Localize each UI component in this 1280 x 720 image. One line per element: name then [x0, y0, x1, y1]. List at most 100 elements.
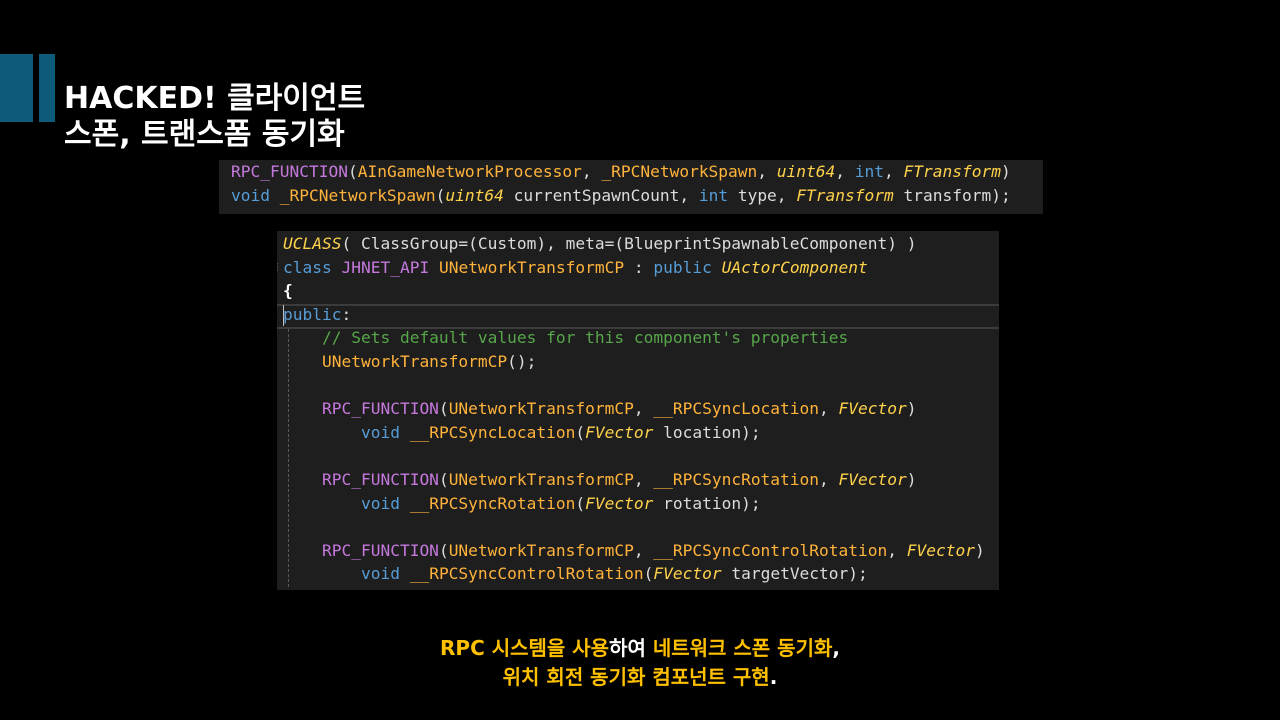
code-line: class JHNET_API UNetworkTransformCP : pu…	[283, 256, 868, 280]
code-line: RPC_FUNCTION(UNetworkTransformCP, __RPCS…	[283, 539, 985, 563]
code-line: RPC_FUNCTION(AInGameNetworkProcessor, _R…	[231, 160, 1011, 184]
code-token: (	[575, 422, 586, 442]
code-token: UNetworkTransformCP	[448, 470, 634, 489]
code-token: JHNET_API	[341, 257, 430, 277]
code-token: ,	[633, 470, 654, 489]
code-token: )	[906, 399, 917, 419]
code-token: FVector	[838, 399, 907, 419]
code-token: )	[1001, 162, 1011, 181]
code-line: void __RPCSyncControlRotation(FVector ta…	[283, 562, 868, 586]
code-token: public	[653, 257, 712, 277]
code-block-rpc-spawn: RPC_FUNCTION(AInGameNetworkProcessor, _R…	[219, 160, 1043, 214]
slide-caption: RPC 시스템을 사용하여 네트워크 스폰 동기화,	[0, 634, 1280, 662]
code-token: RPC_FUNCTION	[231, 162, 348, 181]
code-token: ,	[819, 399, 839, 419]
code-token: currentSpawnCount,	[503, 186, 699, 205]
code-token: __RPCSyncLocation	[409, 422, 576, 442]
code-token: (	[575, 493, 586, 513]
code-token: RPC_FUNCTION	[321, 540, 439, 560]
code-line: // Sets default values for this componen…	[283, 326, 848, 350]
code-token: ,	[884, 162, 904, 181]
code-token: RPC_FUNCTION	[321, 470, 439, 489]
code-token: RPC_FUNCTION	[321, 399, 439, 419]
slide-title: HACKED! 클라이언트	[64, 81, 366, 116]
code-line: UNetworkTransformCP();	[283, 350, 536, 374]
code-line: void __RPCSyncRotation(FVector rotation)…	[283, 492, 761, 516]
code-token: void	[360, 493, 400, 513]
code-token: class	[283, 257, 332, 277]
code-token: __RPCSyncLocation	[653, 399, 820, 419]
code-token: rotation);	[653, 493, 761, 513]
caption-text: ,	[832, 636, 840, 660]
code-token: FVector	[906, 540, 975, 560]
caption-text: .	[769, 665, 778, 689]
code-token: FVector	[838, 470, 907, 489]
code-line: UCLASS( ClassGroup=(Custom), meta=(Bluep…	[283, 232, 916, 256]
slide-subtitle: 스폰, 트랜스폼 동기화	[64, 117, 345, 152]
accent-bar	[39, 54, 55, 122]
code-line: {	[283, 279, 293, 303]
code-token: UNetworkTransformCP	[448, 399, 634, 419]
code-token: FVector	[585, 493, 654, 513]
code-token: uint64	[445, 186, 504, 205]
code-token: // Sets default values for this componen…	[321, 328, 849, 348]
code-line: RPC_FUNCTION(UNetworkTransformCP, __RPCS…	[283, 468, 917, 492]
code-token: UNetworkTransformCP	[438, 257, 625, 277]
caption-text: 하여	[609, 636, 653, 660]
code-token: ,	[633, 540, 654, 560]
code-token: FVector	[585, 422, 654, 442]
code-token: ,	[757, 162, 777, 181]
code-token: {	[283, 281, 293, 301]
code-line: void __RPCSyncLocation(FVector location)…	[283, 421, 761, 445]
code-token: (	[438, 399, 449, 419]
code-token: ,	[819, 470, 839, 489]
code-token: _RPCNetworkSpawn	[279, 186, 436, 205]
code-token: :	[624, 257, 654, 277]
code-token: ,	[835, 162, 855, 181]
code-token: FVector	[653, 564, 722, 584]
code-token: (	[438, 540, 449, 560]
code-token: _RPCNetworkSpawn	[601, 162, 758, 181]
caption-text: 위치 회전 동기화 컴포넌트 구현	[502, 665, 770, 689]
code-token: public	[283, 304, 342, 324]
code-block-transform-component: ⁝ UCLASS( ClassGroup=(Custom), meta=(Blu…	[277, 231, 999, 590]
code-token: ( ClassGroup=(Custom), meta=(BlueprintSp…	[341, 234, 917, 253]
code-token: (	[435, 186, 446, 205]
slide-caption: 위치 회전 동기화 컴포넌트 구현.	[0, 663, 1280, 691]
code-token: ,	[633, 399, 654, 419]
code-token: UCLASS	[283, 234, 342, 253]
code-token: void	[360, 422, 400, 442]
fold-marker-icon: ⁝	[277, 255, 279, 279]
code-token: uint64	[776, 162, 836, 181]
code-token: ,	[581, 162, 602, 181]
code-token: :	[341, 304, 352, 324]
code-token: (	[347, 162, 358, 181]
code-token: int	[854, 162, 885, 181]
code-token: transform);	[893, 186, 1011, 205]
code-token: __RPCSyncControlRotation	[409, 564, 644, 584]
code-token: void	[231, 186, 270, 205]
code-token: UActorComponent	[721, 257, 868, 277]
caption-text: RPC 시스템을 사용	[440, 636, 610, 660]
code-token: targetVector);	[721, 564, 868, 584]
code-token: location);	[653, 422, 761, 442]
code-token: AInGameNetworkProcessor	[357, 162, 582, 181]
code-token: __RPCSyncControlRotation	[653, 540, 888, 560]
code-line: RPC_FUNCTION(UNetworkTransformCP, __RPCS…	[283, 397, 917, 421]
code-token: )	[975, 540, 985, 560]
accent-bar	[0, 54, 33, 122]
